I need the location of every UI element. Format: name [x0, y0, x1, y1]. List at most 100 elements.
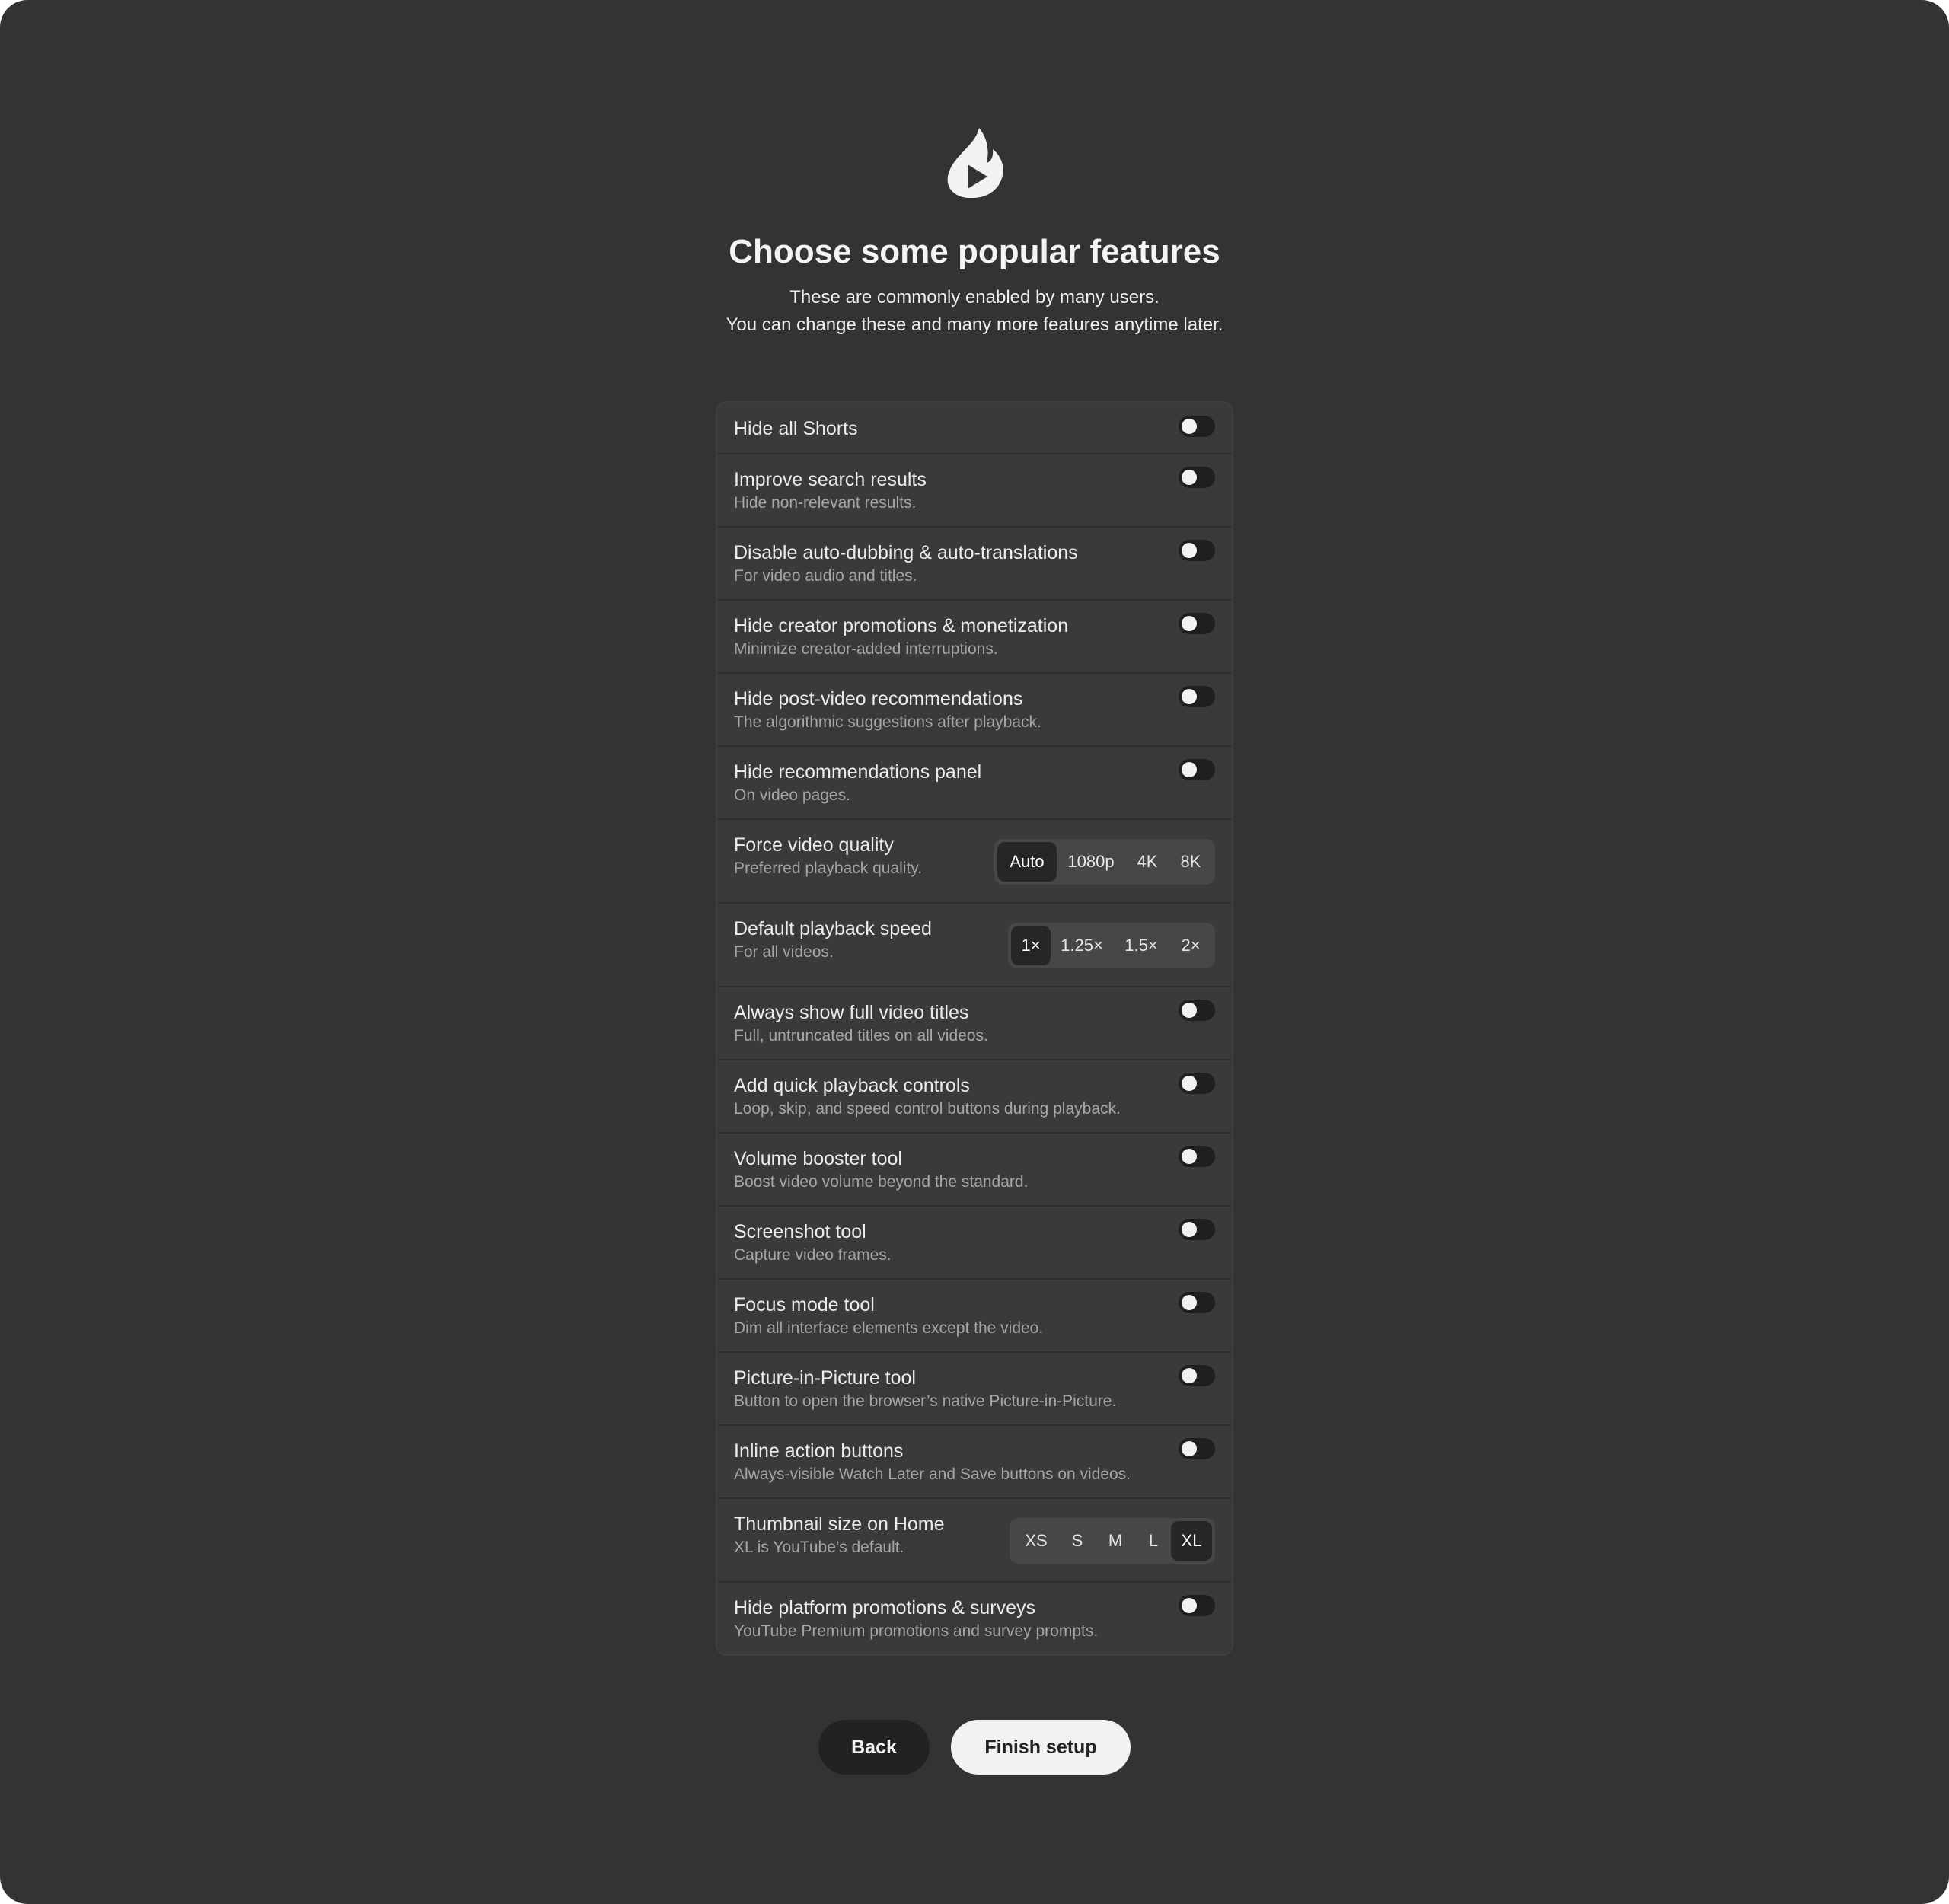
video-quality-option-8k[interactable]: 8K	[1169, 842, 1212, 882]
pip-tool-toggle[interactable]	[1179, 1365, 1215, 1386]
feature-row-focus-mode: Focus mode tool Dim all interface elemen…	[717, 1280, 1232, 1353]
feature-description: Hide non-relevant results.	[734, 494, 917, 512]
feature-row-hide-post-video: Hide post-video recommendations The algo…	[717, 674, 1232, 747]
feature-row-improve-search: Improve search results Hide non-relevant…	[717, 454, 1232, 528]
toggle-knob	[1182, 1295, 1197, 1310]
feature-description: Button to open the browser’s native Pict…	[734, 1392, 1117, 1410]
feature-row-full-titles: Always show full video titles Full, untr…	[717, 987, 1232, 1060]
feature-description: For all videos.	[734, 943, 834, 961]
feature-row-disable-autodub: Disable auto-dubbing & auto-translations…	[717, 528, 1232, 601]
feature-description: Full, untruncated titles on all videos.	[734, 1027, 988, 1044]
feature-description: The algorithmic suggestions after playba…	[734, 713, 1041, 731]
feature-description: Boost video volume beyond the standard.	[734, 1173, 1029, 1191]
feature-row-screenshot-tool: Screenshot tool Capture video frames.	[717, 1207, 1232, 1280]
hide-platform-promos-toggle[interactable]	[1179, 1595, 1215, 1616]
video-quality-option-auto[interactable]: Auto	[997, 842, 1057, 882]
thumbnail-size-option-xl[interactable]: XL	[1171, 1521, 1212, 1561]
feature-row-quick-controls: Add quick playback controls Loop, skip, …	[717, 1060, 1232, 1134]
feature-description: For video audio and titles.	[734, 567, 917, 585]
feature-description: Dim all interface elements except the vi…	[734, 1319, 1044, 1337]
toggle-knob	[1182, 1598, 1197, 1613]
page-title: Choose some popular features	[729, 233, 1220, 270]
toggle-knob	[1182, 1003, 1197, 1018]
playback-speed-option-1-25x[interactable]: 1.25×	[1051, 926, 1113, 965]
feature-label: Hide platform promotions & surveys	[734, 1597, 1035, 1619]
feature-label: Hide creator promotions & monetization	[734, 615, 1069, 636]
thumbnail-size-selector: XS S M L XL	[1010, 1518, 1215, 1564]
feature-row-hide-shorts: Hide all Shorts	[717, 403, 1232, 454]
hide-creator-promos-toggle[interactable]	[1179, 613, 1215, 634]
feature-label: Hide recommendations panel	[734, 761, 982, 783]
full-titles-toggle[interactable]	[1179, 1000, 1215, 1021]
video-quality-option-1080p[interactable]: 1080p	[1057, 842, 1125, 882]
focus-mode-toggle[interactable]	[1179, 1292, 1215, 1313]
thumbnail-size-option-m[interactable]: M	[1095, 1521, 1136, 1561]
thumbnail-size-option-xs[interactable]: XS	[1013, 1521, 1060, 1561]
playback-speed-option-1x[interactable]: 1×	[1011, 926, 1051, 965]
thumbnail-size-option-s[interactable]: S	[1060, 1521, 1095, 1561]
inline-actions-toggle[interactable]	[1179, 1438, 1215, 1459]
feature-label: Screenshot tool	[734, 1221, 866, 1242]
feature-description: Preferred playback quality.	[734, 860, 923, 877]
feature-row-video-quality: Force video quality Preferred playback q…	[717, 820, 1232, 904]
flame-play-icon	[941, 126, 1008, 198]
feature-label: Disable auto-dubbing & auto-translations	[734, 542, 1078, 563]
feature-label: Thumbnail size on Home	[734, 1513, 945, 1535]
playback-speed-option-1-5x[interactable]: 1.5×	[1113, 926, 1169, 965]
playback-speed-selector: 1× 1.25× 1.5× 2×	[1008, 923, 1215, 968]
feature-description: XL is YouTube’s default.	[734, 1539, 904, 1556]
toggle-knob	[1182, 616, 1197, 631]
toggle-knob	[1182, 1368, 1197, 1383]
feature-label: Inline action buttons	[734, 1440, 904, 1462]
improve-search-toggle[interactable]	[1179, 467, 1215, 488]
toggle-knob	[1182, 1441, 1197, 1456]
feature-row-hide-rec-panel: Hide recommendations panel On video page…	[717, 747, 1232, 820]
feature-label: Volume booster tool	[734, 1148, 902, 1169]
feature-description: Minimize creator-added interruptions.	[734, 640, 998, 658]
thumbnail-size-option-l[interactable]: L	[1136, 1521, 1171, 1561]
quick-controls-toggle[interactable]	[1179, 1073, 1215, 1094]
feature-row-hide-platform-promos: Hide platform promotions & surveys YouTu…	[717, 1583, 1232, 1654]
feature-row-hide-creator-promos: Hide creator promotions & monetization M…	[717, 601, 1232, 674]
page-subtitle-line-2: You can change these and many more featu…	[726, 314, 1223, 335]
feature-label: Add quick playback controls	[734, 1075, 970, 1096]
disable-autodub-toggle[interactable]	[1179, 540, 1215, 561]
feature-description: Capture video frames.	[734, 1246, 892, 1264]
toggle-knob	[1182, 1222, 1197, 1237]
hide-rec-panel-toggle[interactable]	[1179, 759, 1215, 780]
feature-label: Focus mode tool	[734, 1294, 875, 1316]
feature-row-playback-speed: Default playback speed For all videos. 1…	[717, 904, 1232, 987]
finish-setup-button[interactable]: Finish setup	[951, 1720, 1131, 1775]
onboarding-window: Choose some popular features These are c…	[0, 0, 1949, 1904]
video-quality-option-4k[interactable]: 4K	[1125, 842, 1169, 882]
toggle-knob	[1182, 1149, 1197, 1164]
features-card: Hide all Shorts Improve search results H…	[716, 401, 1233, 1656]
feature-label: Improve search results	[734, 469, 927, 490]
toggle-knob	[1182, 762, 1197, 777]
feature-label: Force video quality	[734, 834, 894, 856]
feature-description: Loop, skip, and speed control buttons du…	[734, 1100, 1121, 1118]
toggle-knob	[1182, 543, 1197, 558]
feature-row-volume-booster: Volume booster tool Boost video volume b…	[717, 1134, 1232, 1207]
playback-speed-option-2x[interactable]: 2×	[1169, 926, 1212, 965]
back-button[interactable]: Back	[818, 1720, 930, 1775]
toggle-knob	[1182, 1076, 1197, 1091]
toggle-knob	[1182, 470, 1197, 485]
feature-label: Picture-in-Picture tool	[734, 1367, 916, 1389]
toggle-knob	[1182, 689, 1197, 704]
feature-label: Default playback speed	[734, 918, 932, 939]
feature-row-inline-actions: Inline action buttons Always-visible Wat…	[717, 1426, 1232, 1499]
video-quality-selector: Auto 1080p 4K 8K	[994, 839, 1215, 885]
feature-label: Always show full video titles	[734, 1002, 969, 1023]
page-subtitle-line-1: These are commonly enabled by many users…	[789, 287, 1160, 308]
toggle-knob	[1182, 419, 1197, 434]
volume-booster-toggle[interactable]	[1179, 1146, 1215, 1167]
feature-label: Hide all Shorts	[734, 418, 858, 439]
hide-post-video-toggle[interactable]	[1179, 686, 1215, 707]
hide-shorts-toggle[interactable]	[1179, 416, 1215, 437]
feature-description: YouTube Premium promotions and survey pr…	[734, 1622, 1099, 1640]
feature-description: Always-visible Watch Later and Save butt…	[734, 1465, 1131, 1483]
screenshot-tool-toggle[interactable]	[1179, 1219, 1215, 1240]
feature-row-pip-tool: Picture-in-Picture tool Button to open t…	[717, 1353, 1232, 1426]
feature-row-thumbnail-size: Thumbnail size on Home XL is YouTube’s d…	[717, 1499, 1232, 1583]
